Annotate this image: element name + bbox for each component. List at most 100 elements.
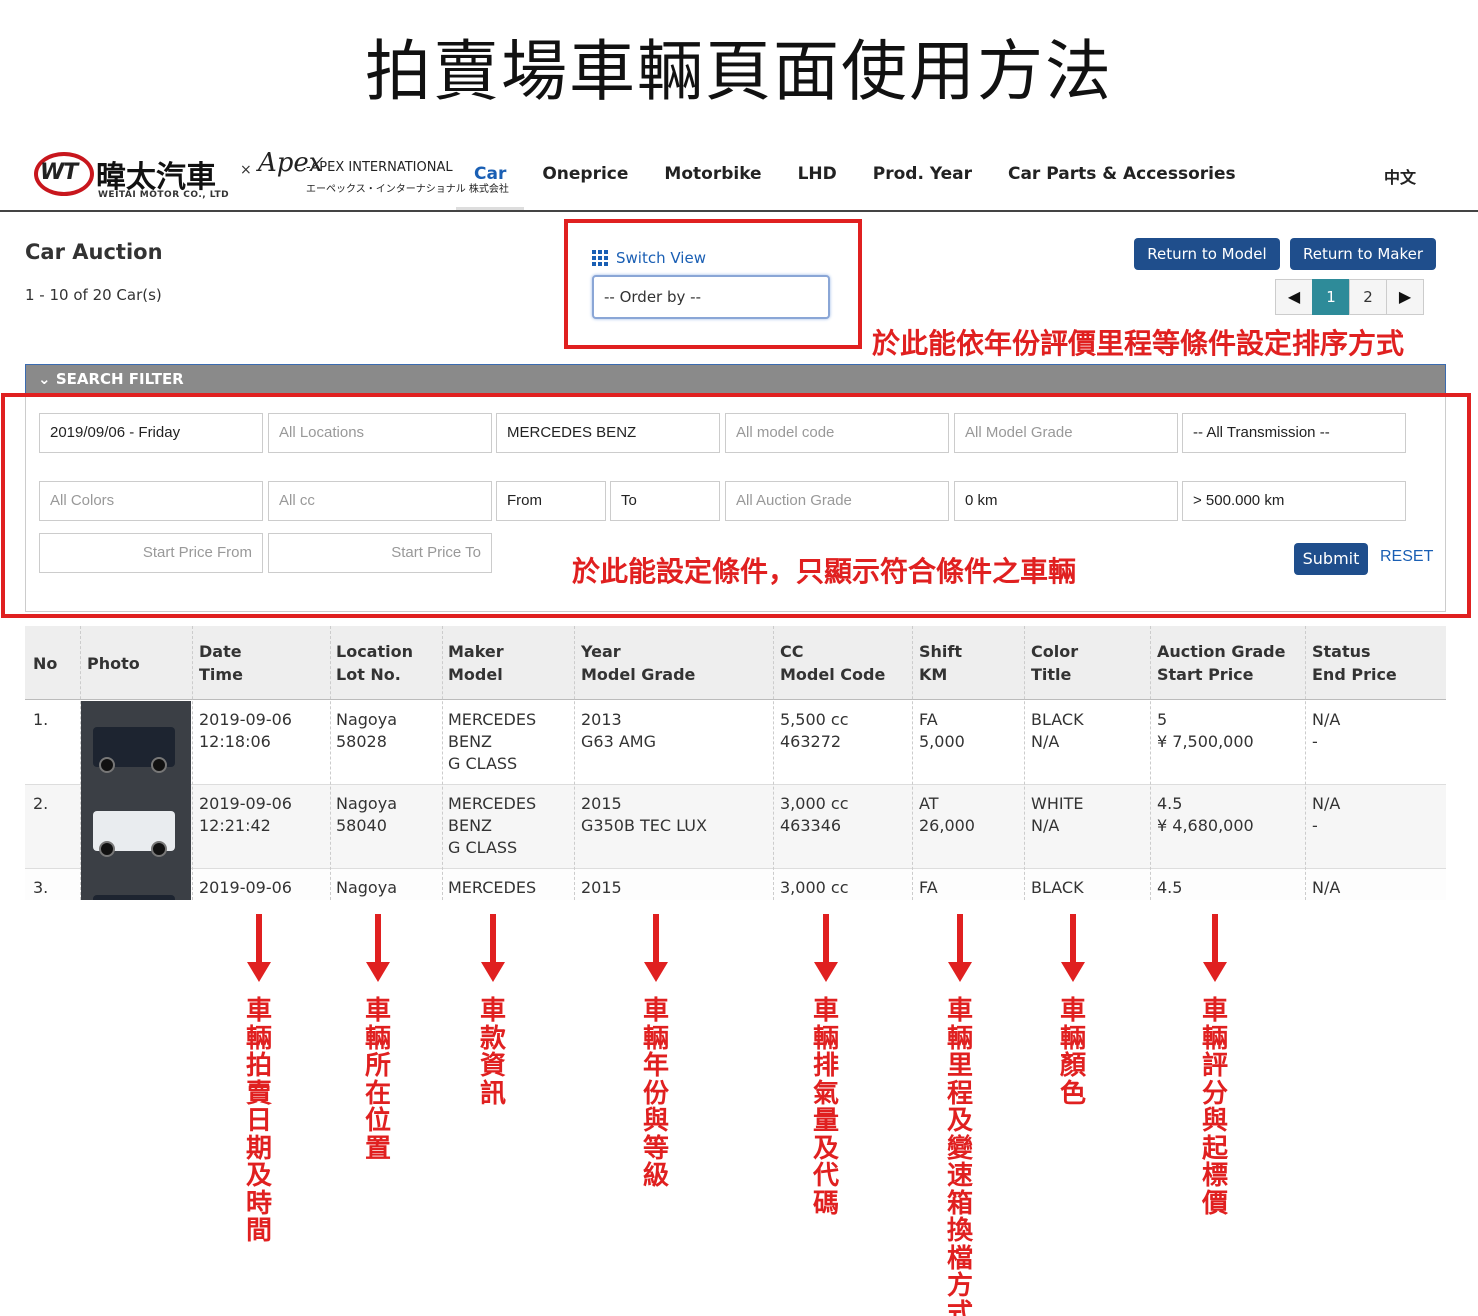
header-status-end: Status End Price — [1312, 642, 1397, 684]
car-wheel — [99, 841, 115, 857]
arrow-down-icon — [247, 914, 271, 984]
return-to-model-button[interactable]: Return to Model — [1134, 238, 1280, 270]
nav-car-parts[interactable]: Car Parts & Accessories — [990, 140, 1254, 210]
car-wheel — [151, 757, 167, 773]
search-filter-toggle[interactable]: ⌄ SEARCH FILTER — [25, 364, 1446, 394]
header-shift-km: Shift KM — [919, 642, 963, 684]
annotation-km-shift: 車輛里程及變速箱換檔方式 — [946, 996, 973, 1316]
row-location: Nagoya — [336, 878, 397, 897]
arrow-down-icon — [948, 914, 972, 984]
row-date-time: 2019-09-06 12:18:06 — [199, 710, 292, 751]
table-row[interactable]: 1. 2019-09-06 12:18:06 Nagoya 58028 MERC… — [25, 701, 1446, 785]
search-filter-title: SEARCH FILTER — [55, 370, 184, 388]
row-date-time: 2019-09-06 — [199, 878, 292, 897]
site-header: WT 暐太汽車 WEITAI MOTOR CO., LTD × Apex -AP… — [0, 140, 1478, 212]
column-divider — [912, 626, 913, 900]
arrow-down-icon — [1061, 914, 1085, 984]
result-count: 1 - 10 of 20 Car(s) — [25, 286, 162, 304]
nav-lhd[interactable]: LHD — [780, 140, 855, 210]
row-maker-model: MERCEDES BENZ G CLASS — [448, 794, 537, 857]
row-cc-code: 3,000 cc — [780, 878, 849, 897]
header-cc-code: CC Model Code — [780, 642, 886, 684]
nav-prod-year[interactable]: Prod. Year — [855, 140, 990, 210]
column-divider — [442, 626, 443, 900]
row-cc-code: 3,000 cc 463346 — [780, 794, 849, 835]
table-row[interactable]: 3. 2019-09-06 Nagoya MERCEDES 2015 3,000… — [25, 869, 1446, 900]
page-2[interactable]: 2 — [1349, 279, 1387, 315]
column-divider — [773, 626, 774, 900]
order-by-select[interactable]: -- Order by -- — [592, 275, 830, 319]
row-status-end: N/A — [1312, 878, 1341, 897]
car-wheel — [151, 841, 167, 857]
row-maker-model: MERCEDES BENZ G CLASS — [448, 710, 537, 773]
column-divider — [330, 626, 331, 900]
annotation-grade-price: 車輛評分與起標價 — [1201, 996, 1228, 1219]
car-photo[interactable] — [81, 701, 191, 785]
page-1[interactable]: 1 — [1312, 279, 1350, 315]
prev-page-icon[interactable]: ◀ — [1275, 279, 1313, 315]
header-location: Location Lot No. — [336, 642, 413, 684]
pagination: ◀ 1 2 ▶ — [1275, 279, 1424, 315]
header-color-title: Color Title — [1031, 642, 1079, 684]
row-grade-price: 4.5 — [1157, 878, 1183, 897]
arrow-down-icon — [814, 914, 838, 984]
row-year-grade: 2015 G350B TEC LUX — [581, 794, 707, 835]
row-location: Nagoya 58040 — [336, 794, 397, 835]
arrow-down-icon — [1203, 914, 1227, 984]
car-wheel — [99, 757, 115, 773]
arrow-down-icon — [366, 914, 390, 984]
row-cc-code: 5,500 cc 463272 — [780, 710, 849, 751]
arrow-down-icon — [644, 914, 668, 984]
row-shift-km: AT 26,000 — [919, 794, 975, 835]
row-status-end: N/A - — [1312, 710, 1341, 751]
annotation-cc-code: 車輛排氣量及代碼 — [812, 996, 839, 1219]
page-title: 拍賣場車輛頁面使用方法 — [365, 33, 1113, 110]
column-divider — [574, 626, 575, 900]
table-row[interactable]: 2. 2019-09-06 12:21:42 Nagoya 58040 MERC… — [25, 785, 1446, 869]
logo-separator: × — [240, 162, 252, 178]
header-year-grade: Year Model Grade — [581, 642, 696, 684]
row-color-title: BLACK N/A — [1031, 710, 1084, 751]
results-table: No Photo Date Time Location Lot No. Make… — [25, 626, 1446, 900]
header-date-time: Date Time — [199, 642, 243, 684]
nav-motorbike[interactable]: Motorbike — [646, 140, 779, 210]
annotation-date-time: 車輛拍賣日期及時間 — [245, 996, 272, 1246]
row-location: Nagoya 58028 — [336, 710, 397, 751]
main-nav: Car Oneprice Motorbike LHD Prod. Year Ca… — [456, 140, 1254, 212]
column-divider — [1024, 626, 1025, 900]
column-divider — [192, 626, 193, 900]
header-photo: Photo — [87, 654, 140, 673]
return-to-maker-button[interactable]: Return to Maker — [1290, 238, 1436, 270]
car-photo[interactable] — [81, 869, 191, 900]
row-grade-price: 4.5 ¥ 4,680,000 — [1157, 794, 1254, 835]
language-switch[interactable]: 中文 — [1384, 164, 1416, 188]
row-no: 2. — [33, 794, 49, 813]
nav-oneprice[interactable]: Oneprice — [524, 140, 646, 210]
grid-icon — [592, 250, 608, 266]
row-no: 3. — [33, 878, 49, 897]
annotation-color: 車輛顏色 — [1059, 996, 1086, 1109]
row-color-title: WHITE N/A — [1031, 794, 1084, 835]
header-grade-price: Auction Grade Start Price — [1157, 642, 1286, 684]
table-header: No Photo Date Time Location Lot No. Make… — [25, 626, 1446, 700]
row-color-title: BLACK — [1031, 878, 1084, 897]
apex-logo[interactable]: Apex -APEX INTERNATIONAL エーペックス・インターナショナ… — [258, 146, 509, 202]
row-year-grade: 2015 — [581, 878, 622, 897]
sort-annotation: 於此能依年份評價里程等條件設定排序方式 — [872, 327, 1405, 360]
switch-view-button[interactable]: Switch View — [592, 249, 706, 267]
next-page-icon[interactable]: ▶ — [1386, 279, 1424, 315]
row-date-time: 2019-09-06 12:21:42 — [199, 794, 292, 835]
nav-car[interactable]: Car — [456, 140, 525, 210]
weitai-logo-mark-text: WT — [40, 160, 78, 185]
weitai-logo[interactable]: WT 暐太汽車 WEITAI MOTOR CO., LTD — [34, 146, 234, 202]
row-shift-km: FA 5,000 — [919, 710, 965, 751]
chevron-down-icon: ⌄ — [38, 370, 51, 388]
column-divider — [1150, 626, 1151, 900]
row-status-end: N/A - — [1312, 794, 1341, 835]
column-divider — [1305, 626, 1306, 900]
row-year-grade: 2013 G63 AMG — [581, 710, 656, 751]
header-no: No — [33, 654, 58, 673]
row-grade-price: 5 ¥ 7,500,000 — [1157, 710, 1254, 751]
switch-view-label: Switch View — [616, 249, 706, 267]
car-photo[interactable] — [81, 785, 191, 869]
